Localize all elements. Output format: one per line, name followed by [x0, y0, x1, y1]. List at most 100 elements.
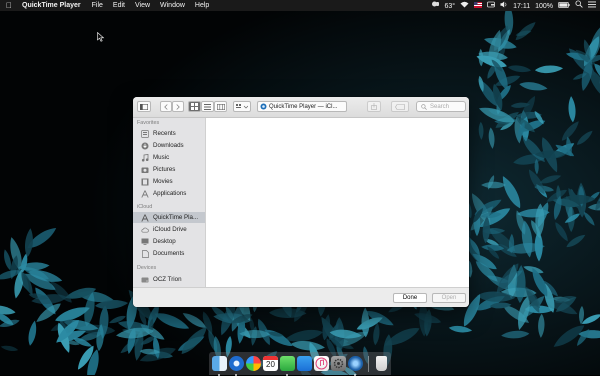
open-file-dialog: QuickTime Player — iCl... Search Favorit… [133, 97, 469, 307]
dock-separator [368, 355, 369, 372]
desktop-icon [141, 238, 149, 246]
sidebar-item-quicktime-player[interactable]: QuickTime Pla... [133, 212, 205, 223]
messages-icon[interactable] [280, 356, 295, 376]
list-icon [204, 103, 211, 110]
spotlight-search-icon[interactable] [575, 0, 583, 12]
sidebar-item-label: Desktop [153, 238, 176, 245]
calendar-icon[interactable]: 20 [263, 356, 278, 371]
quicktime-icon [260, 103, 267, 110]
quicktime-folder-icon [141, 213, 149, 222]
tags-button[interactable] [391, 101, 409, 112]
safari-icon[interactable] [229, 356, 244, 376]
dialog-footer: Done Open [133, 287, 469, 307]
sidebar-item-applications[interactable]: Applications [133, 188, 205, 199]
share-icon [371, 103, 377, 110]
apple-menu-icon[interactable]:  [0, 0, 18, 11]
recents-icon [141, 129, 149, 138]
battery-label[interactable]: 100% [535, 1, 553, 12]
dialog-toolbar: QuickTime Player — iCl... Search [133, 97, 469, 118]
sidebar-item-downloads[interactable]: Downloads [133, 140, 205, 151]
sidebar-item-label: Documents [153, 250, 185, 257]
location-label: QuickTime Player — iCl... [269, 103, 338, 110]
sidebar-item-label: OCZ Trion [153, 276, 182, 283]
menu-help[interactable]: Help [190, 0, 214, 11]
sidebar-toggle-button[interactable] [137, 101, 151, 112]
clock-label[interactable]: 17:11 [513, 1, 530, 12]
done-button[interactable]: Done [393, 293, 427, 303]
search-field[interactable]: Search [416, 101, 466, 112]
trash-icon[interactable] [376, 356, 387, 371]
sidebar-item-movies[interactable]: Movies [133, 176, 205, 187]
group-by-button[interactable] [233, 101, 251, 112]
menu-bar:  QuickTime Player File Edit View Window… [0, 0, 600, 11]
tag-icon [395, 103, 405, 110]
notification-center-icon[interactable] [588, 1, 596, 12]
app-store-icon[interactable] [297, 356, 312, 371]
column-view-button[interactable] [214, 101, 227, 112]
sidebar-item-pictures[interactable]: Pictures [133, 164, 205, 175]
calendar-day-label: 20 [266, 360, 275, 369]
sidebar-item-desktop[interactable]: Desktop [133, 236, 205, 247]
downloads-icon [141, 142, 149, 150]
menu-file[interactable]: File [87, 0, 108, 11]
itunes-icon[interactable] [314, 356, 329, 371]
sidebar-item-label: Pictures [153, 166, 176, 173]
grid-icon [191, 103, 198, 110]
list-view-button[interactable] [201, 101, 214, 112]
wifi-icon[interactable] [460, 1, 469, 12]
chevron-left-icon [164, 103, 168, 110]
menu-view[interactable]: View [130, 0, 155, 11]
favorites-header: Favorites [137, 120, 160, 126]
menu-window[interactable]: Window [155, 0, 190, 11]
photos-icon[interactable] [246, 356, 261, 371]
sidebar-item-documents[interactable]: Documents [133, 248, 205, 259]
sidebar-item-label: Recents [153, 130, 176, 137]
movies-icon [141, 178, 149, 186]
input-flag-icon[interactable] [474, 1, 483, 12]
documents-icon [141, 249, 149, 258]
columns-icon [216, 103, 225, 110]
file-browser-area[interactable] [206, 118, 469, 287]
sidebar-item-label: Movies [153, 178, 173, 185]
sidebar-item-icloud-drive[interactable]: iCloud Drive [133, 224, 205, 235]
sidebar-item-ocz-trion[interactable]: OCZ Trion [133, 274, 205, 285]
battery-icon[interactable] [558, 1, 570, 12]
search-icon [421, 103, 427, 110]
mouse-pointer-icon [97, 32, 105, 42]
icon-view-button[interactable] [188, 101, 201, 112]
devices-header: Devices [137, 265, 157, 271]
back-button[interactable] [160, 101, 172, 112]
group-icon [236, 103, 248, 108]
volume-icon[interactable] [500, 1, 508, 12]
menu-edit[interactable]: Edit [108, 0, 130, 11]
sidebar-item-label: Downloads [153, 142, 184, 149]
finder-icon[interactable] [212, 356, 227, 376]
sidebar-item-label: Music [153, 154, 170, 161]
wallet-icon[interactable] [487, 1, 495, 12]
music-icon [141, 153, 149, 162]
pictures-icon [141, 166, 149, 174]
open-button[interactable]: Open [432, 293, 466, 303]
icloud-header: iCloud [137, 204, 153, 210]
location-popup[interactable]: QuickTime Player — iCl... [257, 101, 347, 112]
temperature-label[interactable]: 63° [445, 1, 456, 12]
sidebar-item-music[interactable]: Music [133, 152, 205, 163]
sidebar-item-label: iCloud Drive [153, 226, 187, 233]
disk-icon [141, 276, 149, 284]
applications-icon [141, 189, 149, 198]
quicktime-player-icon[interactable] [348, 356, 363, 376]
menu-app-name[interactable]: QuickTime Player [18, 0, 87, 11]
sidebar-toggle-icon [140, 103, 148, 110]
sidebar-item-recents[interactable]: Recents [133, 128, 205, 139]
forward-button[interactable] [172, 101, 184, 112]
share-button[interactable] [367, 101, 381, 112]
search-placeholder: Search [430, 103, 450, 110]
system-preferences-icon[interactable] [331, 356, 346, 371]
icloud-icon [141, 226, 149, 234]
weather-icon[interactable] [431, 0, 440, 12]
dock: 20 [209, 352, 391, 376]
sidebar-item-label: Applications [153, 190, 187, 197]
dialog-sidebar: Favorites Recents Downloads Music Pictur… [133, 118, 206, 287]
sidebar-item-label: QuickTime Pla... [153, 214, 199, 221]
chevron-right-icon [176, 103, 180, 110]
